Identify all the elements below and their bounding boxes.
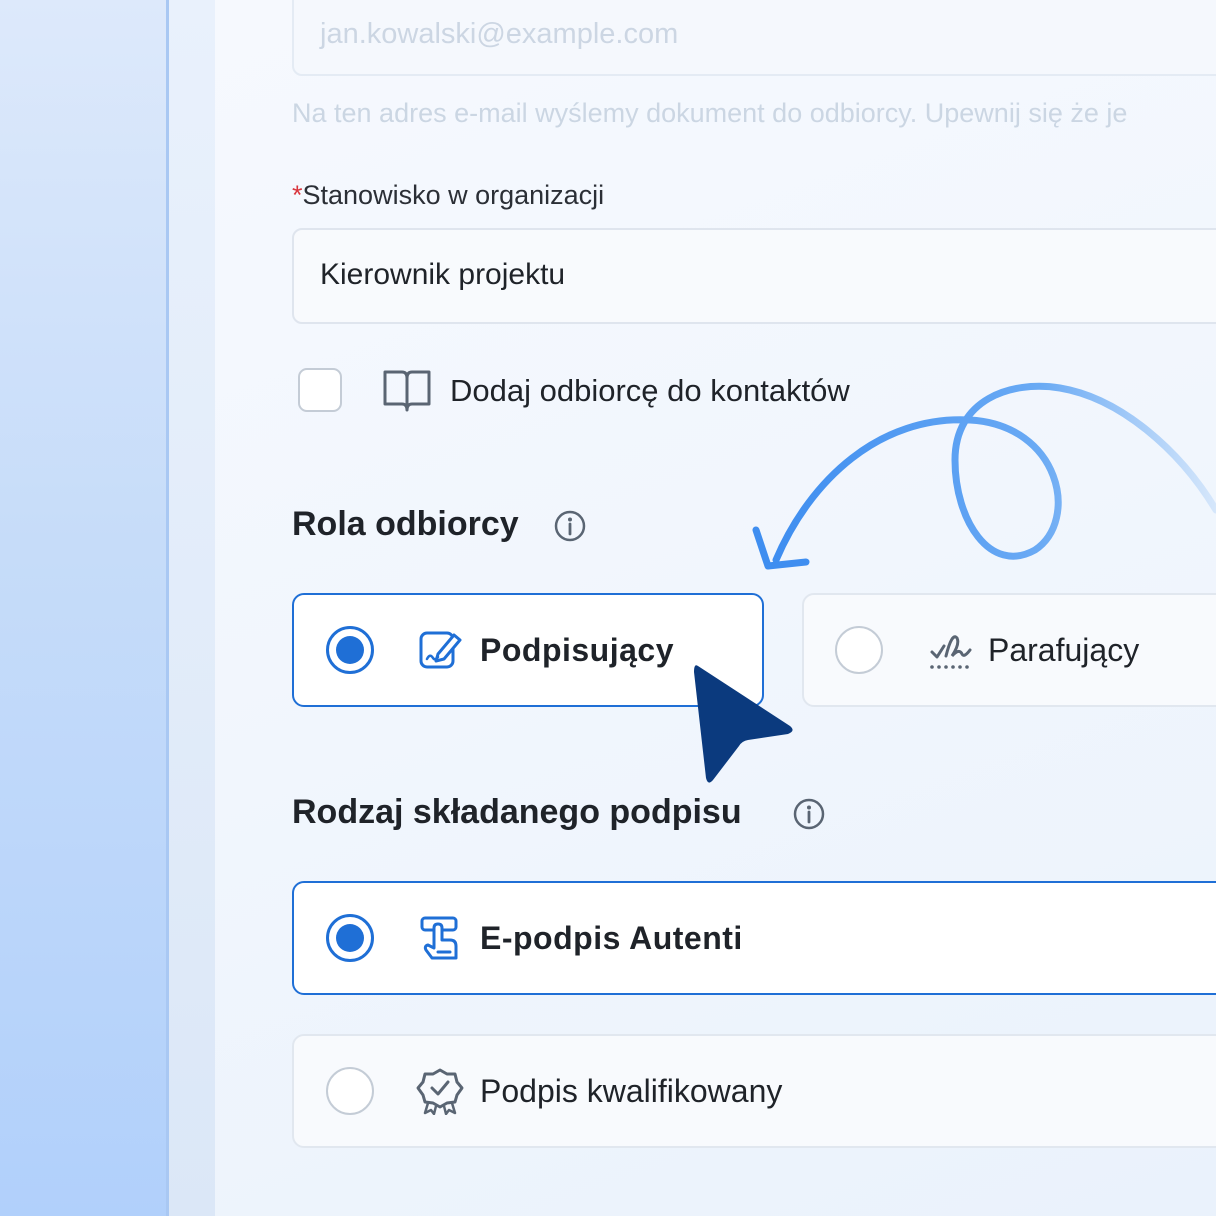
signature-autenti-radio[interactable] <box>326 914 374 962</box>
left-background-strip <box>0 0 169 1216</box>
signature-autenti-label: E-podpis Autenti <box>480 920 743 956</box>
touch-sign-icon <box>420 916 458 960</box>
position-value: Kierownik projektu <box>320 258 566 291</box>
info-icon[interactable] <box>792 797 826 831</box>
signature-qualified-radio[interactable] <box>326 1067 374 1115</box>
swirl-arrow-decoration <box>752 382 1216 570</box>
email-hint: Na ten adres e-mail wyślemy dokument do … <box>292 98 1128 128</box>
signature-type-title: Rodzaj składanego podpisu <box>292 793 742 831</box>
panel-gutter <box>169 0 215 1216</box>
add-contact-checkbox[interactable] <box>298 368 342 412</box>
recipient-role-title: Rola odbiorcy <box>292 505 519 543</box>
position-label-text: Stanowisko w organizacji <box>302 180 605 210</box>
initials-icon <box>930 635 972 669</box>
email-value: jan.kowalski@example.com <box>320 18 679 50</box>
mouse-cursor-icon <box>694 665 793 783</box>
role-signer-label: Podpisujący <box>480 632 674 668</box>
required-mark: * <box>292 180 303 210</box>
role-initialer-radio[interactable] <box>835 626 883 674</box>
certified-badge-icon <box>416 1068 464 1115</box>
role-signer-radio[interactable] <box>326 626 374 674</box>
role-initialer-label: Parafujący <box>988 632 1140 668</box>
edit-signature-icon <box>419 631 462 669</box>
book-icon <box>383 370 431 412</box>
position-label: *Stanowisko w organizacji <box>292 180 604 211</box>
info-icon[interactable] <box>553 509 587 543</box>
signature-qualified-label: Podpis kwalifikowany <box>480 1073 783 1109</box>
